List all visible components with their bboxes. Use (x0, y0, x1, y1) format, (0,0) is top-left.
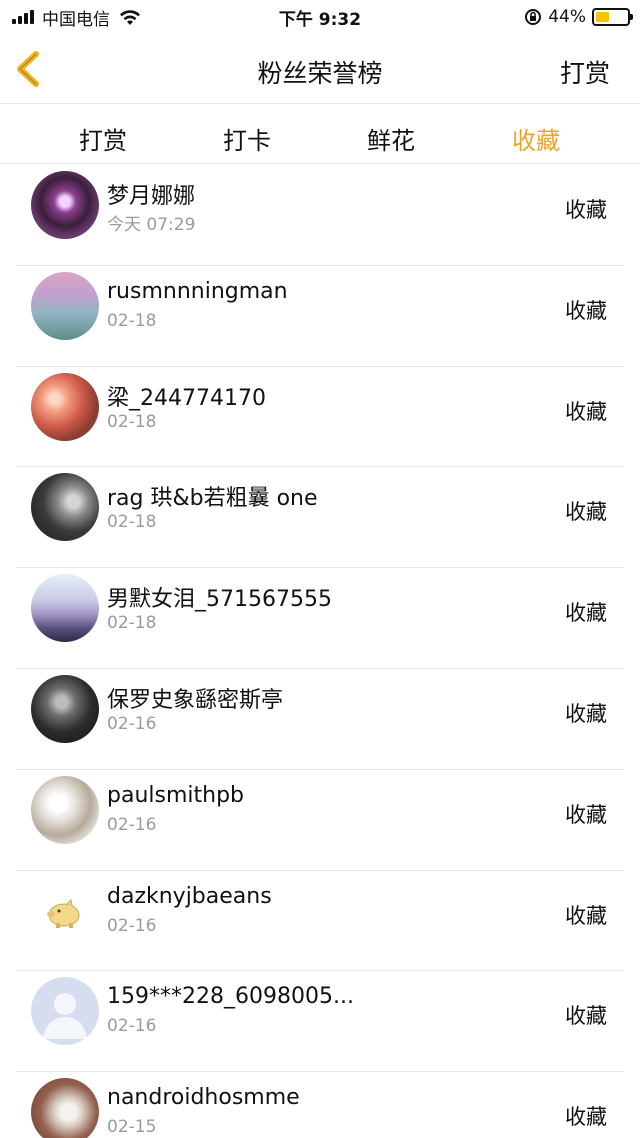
battery-icon (592, 8, 633, 26)
tab-flowers[interactable]: 鲜花 (367, 121, 415, 156)
user-name: paulsmithpb (107, 782, 245, 808)
reward-button[interactable]: 打赏 (560, 54, 610, 90)
avatar[interactable] (31, 271, 99, 340)
timestamp: 今天 07:29 (107, 215, 196, 235)
action-label: 收藏 (565, 399, 607, 424)
tab-favorites[interactable]: 收藏 (512, 121, 560, 156)
avatar[interactable] (31, 574, 99, 643)
action-label: 收藏 (565, 198, 607, 222)
timestamp: 02-18 (107, 411, 157, 432)
timestamp: 02-18 (107, 613, 157, 634)
avatar[interactable] (31, 674, 99, 743)
timestamp: 02-16 (107, 814, 157, 835)
action-label: 收藏 (565, 903, 607, 928)
page-title: 粉丝荣誉榜 (257, 59, 383, 88)
user-name: rag 珙&b若粗曩 one (107, 486, 318, 512)
list-item[interactable]: paulsmithpb 02-16 收藏 (0, 770, 640, 871)
list-item[interactable]: 梁_244774170 02-18 收藏 (0, 367, 640, 468)
timestamp: 02-18 (107, 310, 157, 331)
timestamp: 02-18 (107, 512, 157, 533)
user-name: 159***228_6098005... (107, 984, 354, 1010)
list-item[interactable]: 159***228_6098005... 02-16 收藏 (0, 971, 640, 1072)
user-name: 梦月娜娜 (107, 184, 196, 209)
list-item[interactable]: 保罗史象繇密斯亭 02-16 收藏 (0, 669, 640, 770)
navigation-bar: 粉丝荣誉榜 打赏 (0, 34, 640, 104)
list-item[interactable]: rag 珙&b若粗曩 one 02-18 收藏 (0, 467, 640, 568)
avatar[interactable] (31, 977, 99, 1046)
list-item[interactable]: rusmnnningman 02-18 收藏 (0, 266, 640, 367)
tab-reward[interactable]: 打赏 (79, 121, 127, 156)
battery-fill (596, 12, 610, 22)
default-user-icon (43, 993, 87, 1040)
action-label: 收藏 (565, 601, 607, 626)
user-name: 梁_244774170 (107, 385, 266, 411)
avatar[interactable] (31, 473, 99, 542)
timestamp: 02-16 (107, 1016, 157, 1037)
avatar[interactable] (31, 1078, 99, 1138)
tab-bar: 打赏 打卡 鲜花 收藏 (0, 105, 640, 164)
user-name: rusmnnningman (107, 278, 288, 304)
timestamp: 02-16 (107, 915, 157, 936)
list-item[interactable]: nandroidhosmme 02-15 收藏 (0, 1072, 640, 1138)
rotation-lock-icon (525, 9, 542, 25)
timestamp: 02-15 (107, 1117, 157, 1138)
avatar[interactable] (31, 171, 99, 239)
user-name: dazknyjbaeans (107, 883, 272, 909)
action-label: 收藏 (565, 500, 607, 525)
piggy-sticker-icon (47, 898, 80, 928)
list-item[interactable]: 男默女泪_571567555 02-18 收藏 (0, 568, 640, 669)
avatar[interactable] (31, 876, 99, 945)
user-name: 保罗史象繇密斯亭 (107, 687, 284, 713)
action-label: 收藏 (565, 802, 607, 827)
fan-list: 梦月娜娜 今天 07:29 收藏 rusmnnningman 02-18 收藏 … (0, 165, 640, 1138)
user-name: 男默女泪_571567555 (107, 587, 332, 613)
list-item[interactable]: dazknyjbaeans 02-16 收藏 (0, 871, 640, 972)
status-right: 44% (524, 6, 633, 28)
tab-checkin[interactable]: 打卡 (223, 121, 271, 156)
action-label: 收藏 (565, 1004, 607, 1029)
list-item[interactable]: 梦月娜娜 今天 07:29 收藏 (0, 165, 640, 266)
action-label: 收藏 (565, 298, 607, 323)
action-label: 收藏 (565, 701, 607, 726)
action-label: 收藏 (565, 1105, 607, 1130)
battery-percent: 44% (548, 7, 586, 27)
status-bar: 中国电信 下午 9:32 44% (0, 0, 640, 34)
user-name: nandroidhosmme (107, 1085, 300, 1111)
avatar[interactable] (31, 372, 99, 441)
timestamp: 02-16 (107, 713, 157, 734)
avatar[interactable] (31, 775, 99, 844)
